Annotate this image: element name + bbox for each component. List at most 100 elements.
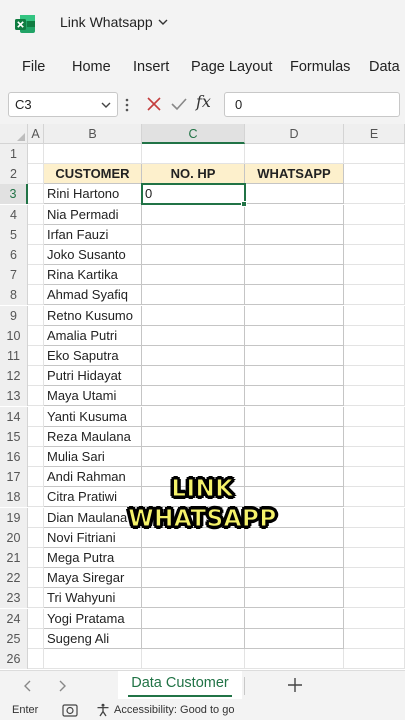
document-title[interactable]: Link Whatsapp (60, 14, 169, 30)
grid-cell[interactable] (245, 325, 344, 346)
row-header-20[interactable]: 20 (0, 527, 28, 548)
grid-cell[interactable] (344, 426, 405, 447)
grid-cell[interactable] (28, 548, 44, 568)
customer-name-cell[interactable]: Amalia Putri (44, 325, 142, 346)
grid-cell[interactable] (44, 144, 142, 164)
checkmark-icon[interactable] (170, 96, 188, 112)
grid-cell[interactable] (142, 144, 245, 164)
select-all-button[interactable] (0, 124, 28, 144)
grid-cell[interactable] (28, 224, 44, 245)
customer-name-cell[interactable]: Putri Hidayat (44, 366, 142, 387)
grid-cell[interactable] (142, 649, 245, 669)
grid-cell[interactable] (28, 447, 44, 467)
grid-cell[interactable] (344, 507, 405, 528)
grid-cell[interactable] (142, 588, 245, 609)
row-header-3[interactable]: 3 (0, 184, 28, 205)
row-header-24[interactable]: 24 (0, 608, 28, 629)
grid-cell[interactable] (28, 184, 44, 205)
grid-cell[interactable] (344, 265, 405, 286)
customer-name-cell[interactable]: Ahmad Syafiq (44, 285, 142, 306)
grid-cell[interactable] (28, 628, 44, 649)
macro-record-icon[interactable] (62, 703, 78, 717)
grid-cell[interactable] (28, 406, 44, 427)
row-header-5[interactable]: 5 (0, 224, 28, 245)
sheet-tab-data-customer[interactable]: Data Customer (118, 671, 242, 699)
grid-cell[interactable] (142, 325, 245, 346)
grid-cell[interactable] (245, 346, 344, 366)
row-header-11[interactable]: 11 (0, 346, 28, 366)
grid-cell[interactable] (245, 628, 344, 649)
row-header-7[interactable]: 7 (0, 265, 28, 286)
tab-page-layout[interactable]: Page Layout (191, 59, 272, 75)
chevron-down-icon[interactable] (100, 99, 112, 111)
grid-cell[interactable] (44, 649, 142, 669)
grid-cell[interactable] (142, 285, 245, 306)
customer-name-cell[interactable]: Yogi Pratama (44, 608, 142, 629)
row-header-17[interactable]: 17 (0, 467, 28, 488)
grid-cell[interactable] (28, 164, 44, 185)
grid-cell[interactable] (344, 285, 405, 306)
row-header-18[interactable]: 18 (0, 487, 28, 508)
more-vertical-icon[interactable] (124, 96, 130, 114)
column-header-e[interactable]: E (344, 124, 405, 144)
grid-cell[interactable] (344, 366, 405, 387)
name-box[interactable]: C3 (8, 92, 118, 117)
grid-cell[interactable] (344, 245, 405, 265)
row-header-9[interactable]: 9 (0, 305, 28, 326)
row-header-8[interactable]: 8 (0, 285, 28, 306)
column-header-c[interactable]: C (142, 124, 245, 144)
row-header-26[interactable]: 26 (0, 649, 28, 669)
grid-cell[interactable] (344, 588, 405, 609)
grid-cell[interactable] (28, 588, 44, 609)
grid-cell[interactable] (142, 265, 245, 286)
customer-name-cell[interactable]: Rina Kartika (44, 265, 142, 286)
customer-name-cell[interactable]: Reza Maulana (44, 426, 142, 447)
grid-cell[interactable] (344, 164, 405, 185)
row-header-6[interactable]: 6 (0, 245, 28, 265)
customer-name-cell[interactable]: Retno Kusumo (44, 305, 142, 326)
customer-name-cell[interactable]: Irfan Fauzi (44, 224, 142, 245)
grid-cell[interactable] (344, 406, 405, 427)
grid-cell[interactable] (28, 245, 44, 265)
grid-cell[interactable] (245, 224, 344, 245)
row-header-14[interactable]: 14 (0, 406, 28, 427)
grid-cell[interactable] (142, 305, 245, 326)
accessibility-icon[interactable] (96, 703, 110, 717)
grid-cell[interactable] (245, 265, 344, 286)
row-header-2[interactable]: 2 (0, 164, 28, 185)
grid-cell[interactable] (344, 527, 405, 548)
row-header-4[interactable]: 4 (0, 204, 28, 225)
grid-cell[interactable] (245, 184, 344, 205)
worksheet-grid[interactable]: A B C D E 1 2 CUSTOMER NO. HP WHATSAPP 3 Rini Harto… (0, 124, 405, 670)
grid-cell[interactable] (245, 245, 344, 265)
add-sheet-icon[interactable] (287, 677, 303, 693)
grid-cell[interactable] (142, 366, 245, 387)
grid-cell[interactable] (245, 285, 344, 306)
grid-cell[interactable] (142, 224, 245, 245)
grid-cell[interactable] (28, 386, 44, 407)
tab-insert[interactable]: Insert (133, 59, 169, 75)
grid-cell[interactable] (245, 366, 344, 387)
row-header-12[interactable]: 12 (0, 366, 28, 387)
row-header-1[interactable]: 1 (0, 144, 28, 164)
column-header-a[interactable]: A (28, 124, 44, 144)
tab-home[interactable]: Home (72, 59, 111, 75)
row-header-23[interactable]: 23 (0, 588, 28, 609)
grid-cell[interactable] (344, 325, 405, 346)
table-header-cell[interactable]: NO. HP (142, 164, 245, 185)
grid-cell[interactable] (245, 426, 344, 447)
grid-cell[interactable] (142, 386, 245, 407)
column-header-b[interactable]: B (44, 124, 142, 144)
grid-cell[interactable] (28, 649, 44, 669)
tab-formulas[interactable]: Formulas (290, 59, 350, 75)
column-header-d[interactable]: D (245, 124, 344, 144)
grid-cell[interactable] (344, 649, 405, 669)
grid-cell[interactable] (245, 568, 344, 589)
grid-cell[interactable] (142, 204, 245, 225)
customer-name-cell[interactable]: Joko Susanto (44, 245, 142, 265)
grid-cell[interactable] (245, 447, 344, 467)
grid-cell[interactable] (28, 487, 44, 508)
grid-cell[interactable] (28, 426, 44, 447)
grid-cell[interactable] (245, 386, 344, 407)
row-header-25[interactable]: 25 (0, 628, 28, 649)
